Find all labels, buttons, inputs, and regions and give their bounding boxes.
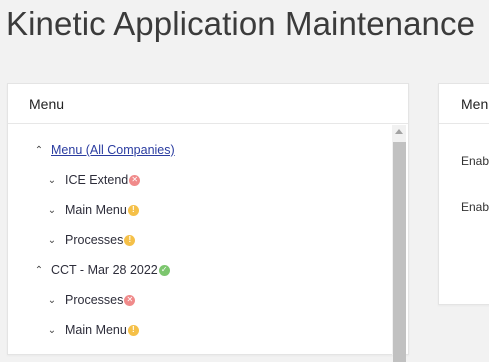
chevron-down-icon[interactable]: ⌄ [46,175,58,186]
tree-item-label: ICE Extend [65,173,129,187]
menu-details-panel-header: Menu [439,84,489,124]
chevron-down-icon[interactable]: ⌄ [46,235,58,246]
warning-status-icon: ! [127,204,139,216]
menu-panel-header: Menu [8,84,408,124]
scrollbar-thumb[interactable] [393,142,406,362]
error-status-icon: ✕ [129,174,141,186]
warning-status-icon: ! [124,234,136,246]
tree-item-label[interactable]: Menu (All Companies) [51,143,175,157]
chevron-down-icon[interactable]: ⌄ [46,295,58,306]
tree-item-label: Processes [65,233,124,247]
error-status-icon: ✕ [124,294,136,306]
tree-item-ice-extend[interactable]: ⌄ ICE Extend ✕ [46,170,141,190]
tree-item-label: Main Menu [65,203,127,217]
ok-status-icon: ✓ [158,264,170,276]
warning-status-icon: ! [127,324,139,336]
tree-item-cct-mar-28-2022[interactable]: ⌃ CCT - Mar 28 2022 ✓ [33,260,170,280]
enabled-field-label: Enabled [461,200,489,214]
tree-item-label: Main Menu [65,323,127,337]
tree-item-main-menu[interactable]: ⌄ Main Menu ! [46,200,139,220]
tree-item-main-menu[interactable]: ⌄ Main Menu ! [46,320,139,340]
scroll-up-arrow-icon[interactable] [395,129,403,134]
enabled-field-label: Enabled [461,154,489,168]
tree-item-menu-all-companies[interactable]: ⌃ Menu (All Companies) [33,140,175,160]
chevron-up-icon[interactable]: ⌃ [33,265,45,276]
tree-scrollbar[interactable] [392,125,406,362]
tree-item-label: CCT - Mar 28 2022 [51,263,158,277]
chevron-up-icon[interactable]: ⌃ [33,145,45,156]
page-title: Kinetic Application Maintenance [6,5,476,42]
chevron-down-icon[interactable]: ⌄ [46,325,58,336]
chevron-down-icon[interactable]: ⌄ [46,205,58,216]
menu-panel: Menu ⌃ Menu (All Companies) ⌄ ICE Extend… [7,83,409,362]
tree-item-processes[interactable]: ⌄ Processes ✕ [46,290,136,310]
menu-details-panel: Menu Enabled Enabled [438,83,489,305]
tree-item-processes[interactable]: ⌄ Processes ! [46,230,136,250]
menu-tree: ⌃ Menu (All Companies) ⌄ ICE Extend ✕ ⌄ … [8,125,391,355]
tree-item-label: Processes [65,293,124,307]
